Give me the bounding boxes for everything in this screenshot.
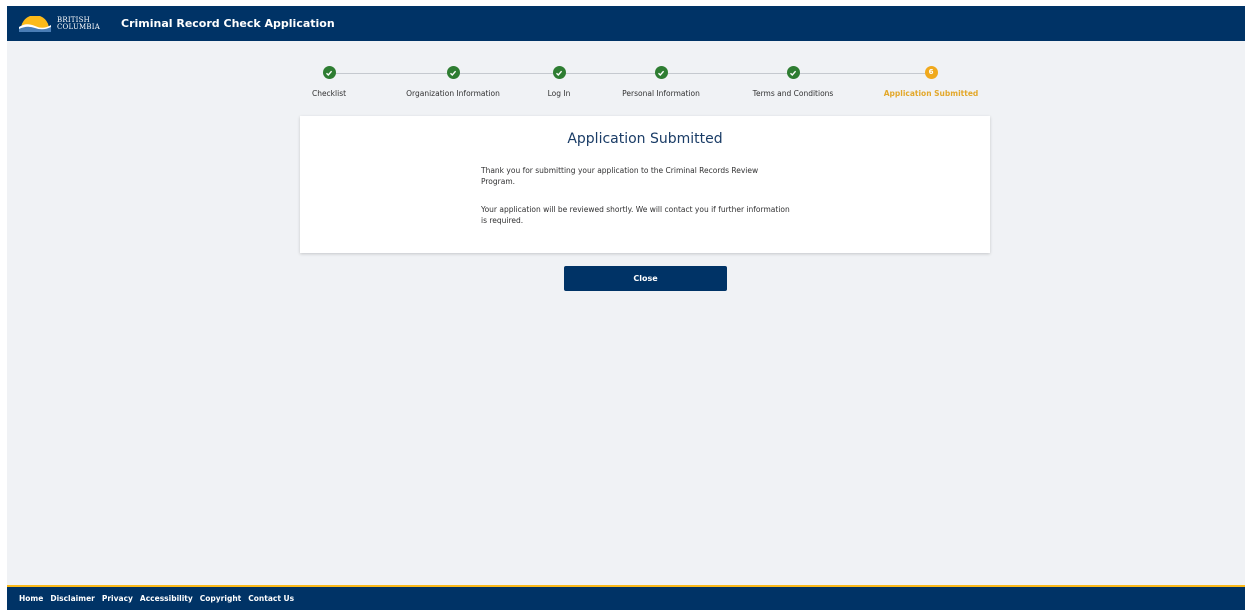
check-icon [654, 66, 668, 79]
paragraph-line: Your application will be reviewed shortl… [481, 205, 790, 214]
app-header: BRITISH COLUMBIA Criminal Record Check A… [7, 6, 1245, 41]
step-number-badge: 6 [924, 66, 938, 79]
step-application-submitted: 6 Application Submitted [856, 65, 1006, 98]
step-label: Application Submitted [883, 89, 979, 98]
footer-link-disclaimer[interactable]: Disclaimer [50, 594, 95, 603]
close-button[interactable]: Close [564, 266, 727, 291]
step-label: Terms and Conditions [752, 89, 834, 98]
check-icon [446, 66, 460, 79]
footer-link-privacy[interactable]: Privacy [102, 594, 133, 603]
site-footer: Home Disclaimer Privacy Accessibility Co… [7, 585, 1245, 610]
step-personal-information: Personal Information [586, 65, 736, 98]
footer-link-accessibility[interactable]: Accessibility [140, 594, 193, 603]
footer-link-home[interactable]: Home [19, 594, 43, 603]
check-icon [322, 66, 336, 79]
logo-line-2: COLUMBIA [57, 22, 100, 31]
confirmation-card: Application Submitted Thank you for subm… [300, 116, 990, 253]
progress-stepper: Checklist Organization Information Log I… [7, 65, 1245, 105]
check-icon [786, 66, 800, 79]
bc-sun-icon [19, 15, 51, 32]
confirmation-paragraph-1: Thank you for submitting your applicatio… [481, 165, 811, 187]
confirmation-title: Application Submitted [567, 131, 723, 147]
footer-link-contact-us[interactable]: Contact Us [248, 594, 294, 603]
paragraph-line: is required. [481, 216, 524, 225]
step-label: Personal Information [622, 89, 700, 98]
bc-logo[interactable]: BRITISH COLUMBIA [18, 15, 100, 32]
step-terms-and-conditions: Terms and Conditions [718, 65, 868, 98]
paragraph-line: Program. [481, 177, 516, 186]
app-frame: BRITISH COLUMBIA Criminal Record Check A… [7, 6, 1245, 610]
app-title: Criminal Record Check Application [121, 17, 335, 30]
footer-link-copyright[interactable]: Copyright [200, 594, 241, 603]
check-icon [552, 66, 566, 79]
confirmation-paragraph-2: Your application will be reviewed shortl… [481, 204, 811, 226]
paragraph-line: Thank you for submitting your applicatio… [481, 166, 759, 175]
